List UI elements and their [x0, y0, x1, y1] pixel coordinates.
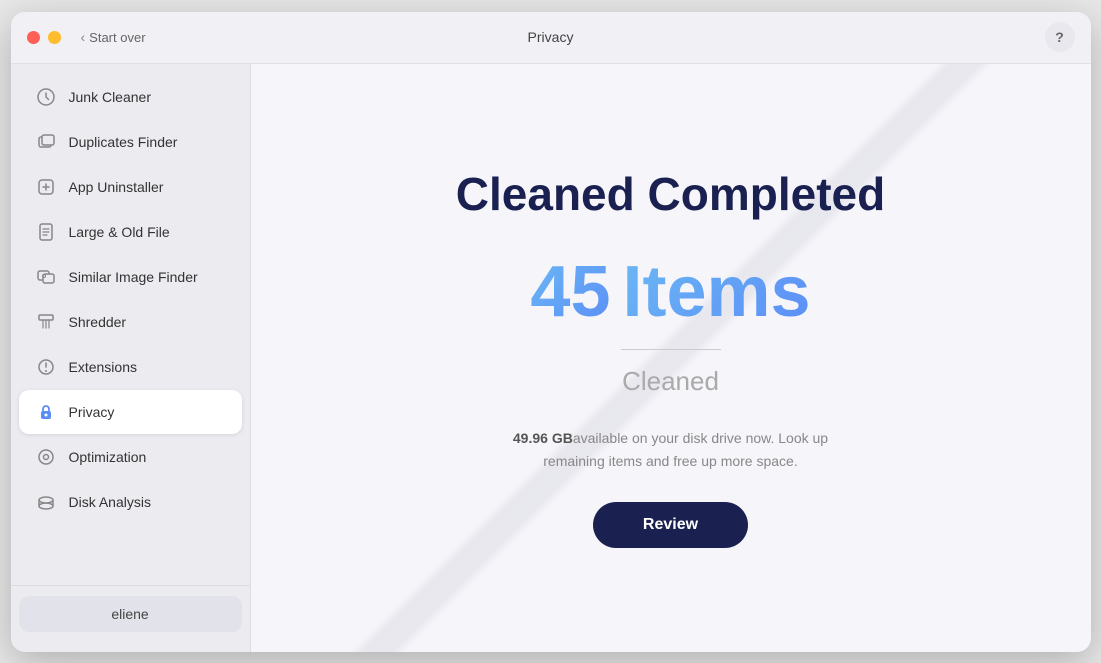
titlebar: ‹ Start over Privacy ? [11, 12, 1091, 64]
duplicates-finder-icon [35, 131, 57, 153]
sidebar-label-extensions: Extensions [69, 359, 137, 375]
sidebar-item-shredder[interactable]: Shredder [19, 300, 242, 344]
sidebar-item-large-old-file[interactable]: Large & Old File [19, 210, 242, 254]
user-item[interactable]: eliene [19, 596, 242, 632]
app-uninstaller-icon [35, 176, 57, 198]
sidebar-item-similar-image[interactable]: Similar Image Finder [19, 255, 242, 299]
divider [621, 349, 721, 350]
disk-text: available on your disk drive now. Look u… [543, 430, 828, 468]
minimize-button[interactable] [48, 31, 61, 44]
sidebar-label-privacy: Privacy [69, 404, 115, 420]
disk-analysis-icon [35, 491, 57, 513]
items-count: 45 [530, 256, 610, 328]
sidebar-item-junk-cleaner[interactable]: Junk Cleaner [19, 75, 242, 119]
disk-gb: 49.96 GB [513, 430, 573, 446]
review-button[interactable]: Review [593, 502, 748, 548]
sidebar-item-duplicates-finder[interactable]: Duplicates Finder [19, 120, 242, 164]
sidebar-items: Junk Cleaner Duplicates Finder [11, 74, 250, 585]
sidebar: Junk Cleaner Duplicates Finder [11, 64, 251, 652]
help-button[interactable]: ? [1045, 22, 1075, 52]
chevron-left-icon: ‹ [81, 29, 86, 45]
cleaned-subtitle: Cleaned [622, 366, 719, 397]
page-title: Privacy [528, 29, 574, 45]
sidebar-item-extensions[interactable]: Extensions [19, 345, 242, 389]
sidebar-label-app-uninstaller: App Uninstaller [69, 179, 164, 195]
sidebar-footer: eliene [11, 585, 250, 642]
large-old-file-icon [35, 221, 57, 243]
items-row: 45 Items [530, 251, 810, 333]
sidebar-label-optimization: Optimization [69, 449, 147, 465]
similar-image-icon [35, 266, 57, 288]
sidebar-item-app-uninstaller[interactable]: App Uninstaller [19, 165, 242, 209]
sidebar-label-large-old-file: Large & Old File [69, 224, 170, 240]
sidebar-label-junk-cleaner: Junk Cleaner [69, 89, 152, 105]
sidebar-label-shredder: Shredder [69, 314, 127, 330]
app-window: ‹ Start over Privacy ? Junk Cleaner [11, 12, 1091, 652]
extensions-icon [35, 356, 57, 378]
disk-info: 49.96 GBavailable on your disk drive now… [511, 427, 831, 472]
close-button[interactable] [27, 31, 40, 44]
sidebar-label-duplicates-finder: Duplicates Finder [69, 134, 178, 150]
traffic-lights [27, 31, 61, 44]
start-over-label: Start over [89, 30, 145, 45]
optimization-icon [35, 446, 57, 468]
sidebar-item-optimization[interactable]: Optimization [19, 435, 242, 479]
sidebar-item-disk-analysis[interactable]: Disk Analysis [19, 480, 242, 524]
user-label: eliene [111, 606, 148, 622]
items-label: Items [623, 251, 811, 333]
sidebar-label-similar-image: Similar Image Finder [69, 269, 198, 285]
shredder-icon [35, 311, 57, 333]
content-area: Junk Cleaner Duplicates Finder [11, 64, 1091, 652]
main-content: Cleaned Completed 45 Items Cleaned 49.96… [251, 64, 1091, 652]
junk-cleaner-icon [35, 86, 57, 108]
start-over-button[interactable]: ‹ Start over [81, 29, 146, 45]
sidebar-label-disk-analysis: Disk Analysis [69, 494, 151, 510]
sidebar-item-privacy[interactable]: Privacy [19, 390, 242, 434]
privacy-icon [35, 401, 57, 423]
cleaned-title: Cleaned Completed [456, 167, 885, 221]
